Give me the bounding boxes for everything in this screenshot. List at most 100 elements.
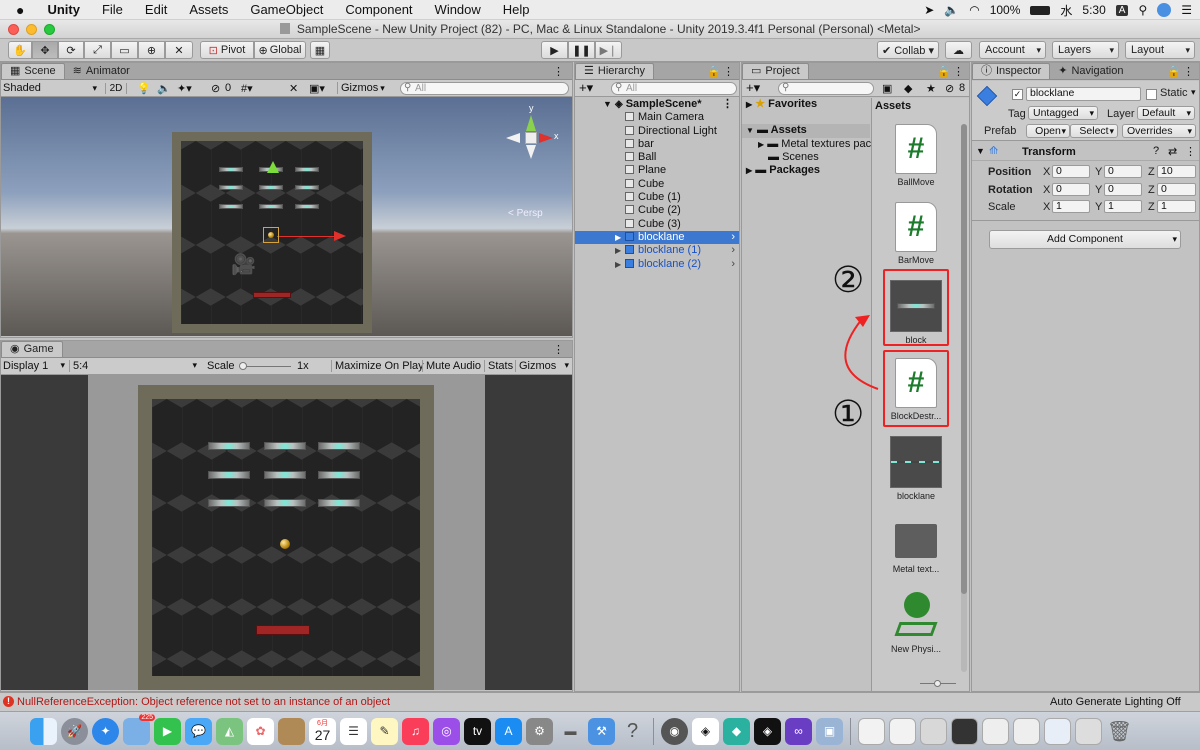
unity-editor-icon-2[interactable]: ◈ bbox=[754, 717, 781, 745]
game-gizmos-dropdown[interactable]: Gizmos ▾ bbox=[515, 360, 571, 372]
tag-dropdown[interactable]: Untagged bbox=[1028, 106, 1098, 120]
asset-scrollbar[interactable] bbox=[961, 124, 967, 672]
grid-toggle-icon[interactable]: #▾ bbox=[241, 82, 253, 95]
open-prefab-arrow-icon[interactable]: › bbox=[731, 244, 735, 257]
tab-scene[interactable]: ▦ Scene bbox=[1, 63, 65, 79]
gizmos-dropdown[interactable]: Gizmos ▾ bbox=[337, 82, 393, 94]
cloud-button[interactable]: ☁ bbox=[945, 41, 972, 59]
unity-hub-icon[interactable]: ◉ bbox=[661, 717, 688, 745]
effects-toggle-icon[interactable]: ✦▾ bbox=[177, 82, 192, 95]
hand-tool-button[interactable]: ✋ bbox=[8, 41, 32, 59]
expand-arrow-icon[interactable]: ▶ bbox=[615, 258, 621, 271]
panel-menu-icon[interactable]: ⋮ bbox=[723, 65, 734, 78]
hierarchy-item[interactable]: bar bbox=[575, 138, 739, 151]
lighting-status[interactable]: Auto Generate Lighting Off bbox=[1050, 696, 1181, 708]
asset-physics-material[interactable]: New Physi... bbox=[885, 592, 947, 654]
hierarchy-item[interactable]: Main Camera bbox=[575, 111, 739, 124]
icon-size-slider[interactable] bbox=[920, 680, 956, 687]
asset-ballmove[interactable]: # BallMove bbox=[885, 124, 947, 187]
move-gizmo-x-axis[interactable] bbox=[277, 236, 339, 237]
account-dropdown[interactable]: Account ▾ bbox=[979, 41, 1046, 59]
asset-scrollbar-thumb[interactable] bbox=[961, 124, 967, 594]
position-y-field[interactable]: 0 bbox=[1104, 165, 1142, 178]
scene-orientation-gizmo[interactable]: y x bbox=[504, 103, 559, 167]
shading-mode-dropdown[interactable]: Shaded ▾ bbox=[3, 81, 99, 96]
menu-unity[interactable]: Unity bbox=[36, 0, 91, 20]
step-button[interactable]: ▶❘ bbox=[595, 41, 622, 59]
hierarchy-item[interactable]: Cube (2) bbox=[575, 204, 739, 217]
pivot-toggle[interactable]: ⊡ Pivot bbox=[200, 41, 254, 59]
menu-help[interactable]: Help bbox=[492, 0, 541, 20]
menu-gameobject[interactable]: GameObject bbox=[239, 0, 334, 20]
panel-menu-icon[interactable]: ⋮ bbox=[553, 65, 564, 78]
camera-settings-icon[interactable]: ▣▾ bbox=[309, 82, 325, 95]
pause-button[interactable]: ❚❚ bbox=[568, 41, 595, 59]
tab-inspector[interactable]: ⓘ Inspector bbox=[972, 63, 1051, 79]
dock-window-thumbnail[interactable] bbox=[1044, 717, 1071, 745]
preset-icon[interactable]: ⇄ bbox=[1168, 145, 1177, 158]
battery-icon[interactable] bbox=[1030, 5, 1051, 15]
menu-assets[interactable]: Assets bbox=[178, 0, 239, 20]
position-z-field[interactable]: 10 bbox=[1157, 165, 1196, 178]
battery-percent[interactable]: 100% bbox=[990, 3, 1021, 17]
preview-icon[interactable]: ▣ bbox=[816, 717, 843, 745]
error-icon[interactable]: ! bbox=[3, 696, 14, 707]
tab-project[interactable]: ▭ Project bbox=[742, 63, 809, 79]
icon-size-slider-thumb[interactable] bbox=[934, 680, 941, 687]
add-component-button[interactable]: Add Component bbox=[989, 230, 1181, 249]
scene-menu-icon[interactable]: ⋮ bbox=[722, 98, 733, 111]
dock-window-thumbnail[interactable] bbox=[982, 717, 1009, 745]
maximize-on-play-toggle[interactable]: Maximize On Play bbox=[331, 360, 424, 372]
menu-edit[interactable]: Edit bbox=[134, 0, 178, 20]
audio-toggle-icon[interactable]: 🔈 bbox=[157, 82, 171, 95]
scale-y-field[interactable]: 1 bbox=[1104, 200, 1142, 213]
open-prefab-arrow-icon[interactable]: › bbox=[731, 231, 735, 244]
hidden-objects-icon[interactable]: ⊘ bbox=[211, 82, 220, 95]
hierarchy-item[interactable]: Plane bbox=[575, 164, 739, 177]
expand-arrow-icon[interactable]: ▶ bbox=[746, 100, 752, 109]
play-button[interactable]: ▶ bbox=[541, 41, 568, 59]
move-gizmo-y-arrow[interactable] bbox=[267, 161, 279, 173]
hierarchy-prefab-item[interactable]: ▶ blocklane (2) › bbox=[575, 258, 739, 271]
launchpad-icon[interactable]: 🚀 bbox=[61, 717, 88, 745]
create-dropdown[interactable]: +▾ bbox=[579, 80, 593, 96]
folder-item[interactable]: ▬ Scenes bbox=[742, 151, 870, 164]
rect-tool-button[interactable]: ▭ bbox=[111, 41, 138, 59]
packages-folder-item[interactable]: ▶ ▬ Packages bbox=[742, 164, 870, 177]
rotate-tool-button[interactable]: ⟳ bbox=[58, 41, 84, 59]
prefab-open-button[interactable]: Open bbox=[1026, 124, 1070, 138]
xcode-icon[interactable]: ⚒ bbox=[588, 717, 615, 745]
close-window-button[interactable] bbox=[8, 24, 19, 35]
expand-arrow-icon[interactable]: ▼ bbox=[603, 98, 612, 111]
toggle-2d-button[interactable]: 2D bbox=[105, 82, 127, 94]
expand-arrow-icon[interactable]: ▶ bbox=[746, 166, 752, 175]
prefab-select-button[interactable]: Select bbox=[1070, 124, 1118, 138]
input-method-icon[interactable]: A bbox=[1115, 4, 1129, 16]
sourcetree-icon[interactable]: ◆ bbox=[723, 717, 750, 745]
object-name-field[interactable]: blocklane bbox=[1026, 87, 1141, 101]
facetime-icon[interactable]: ▶ bbox=[154, 717, 181, 745]
aspect-dropdown[interactable]: 5:4 ▾ bbox=[69, 360, 201, 372]
hierarchy-search-input[interactable]: All bbox=[611, 82, 737, 95]
console-error-message[interactable]: NullReferenceException: Object reference… bbox=[17, 696, 390, 708]
lighting-toggle-icon[interactable]: 💡 bbox=[137, 82, 151, 95]
minimized-window-icon[interactable]: ▬ bbox=[557, 718, 584, 745]
transform-header[interactable]: ▼ ⟰ Transform ? ⇄ ⋮ bbox=[972, 143, 1199, 161]
hierarchy-item[interactable]: Directional Light bbox=[575, 125, 739, 138]
expand-arrow-icon[interactable]: ▶ bbox=[758, 140, 764, 149]
scale-slider[interactable] bbox=[239, 362, 291, 370]
asset-barmove[interactable]: # BarMove bbox=[885, 202, 947, 265]
move-tool-button[interactable]: ✥ bbox=[32, 41, 58, 59]
snap-settings-button[interactable]: ▦ bbox=[310, 41, 330, 59]
active-checkbox[interactable]: ✓ bbox=[1012, 89, 1023, 100]
tab-hierarchy[interactable]: ☰ Hierarchy bbox=[575, 63, 654, 79]
notification-center-icon[interactable]: ☰ bbox=[1181, 3, 1192, 17]
expand-arrow-icon[interactable]: ▶ bbox=[615, 231, 621, 244]
podcasts-icon[interactable]: ◎ bbox=[433, 717, 460, 745]
rotation-x-field[interactable]: 0 bbox=[1052, 183, 1090, 196]
lock-icon[interactable]: 🔒 bbox=[1167, 65, 1181, 78]
display-dropdown[interactable]: Display 1 ▾ bbox=[3, 360, 67, 372]
favorites-item[interactable]: ▶ ★ Favorites bbox=[742, 98, 870, 111]
menu-window[interactable]: Window bbox=[424, 0, 492, 20]
create-dropdown[interactable]: +▾ bbox=[746, 80, 760, 96]
